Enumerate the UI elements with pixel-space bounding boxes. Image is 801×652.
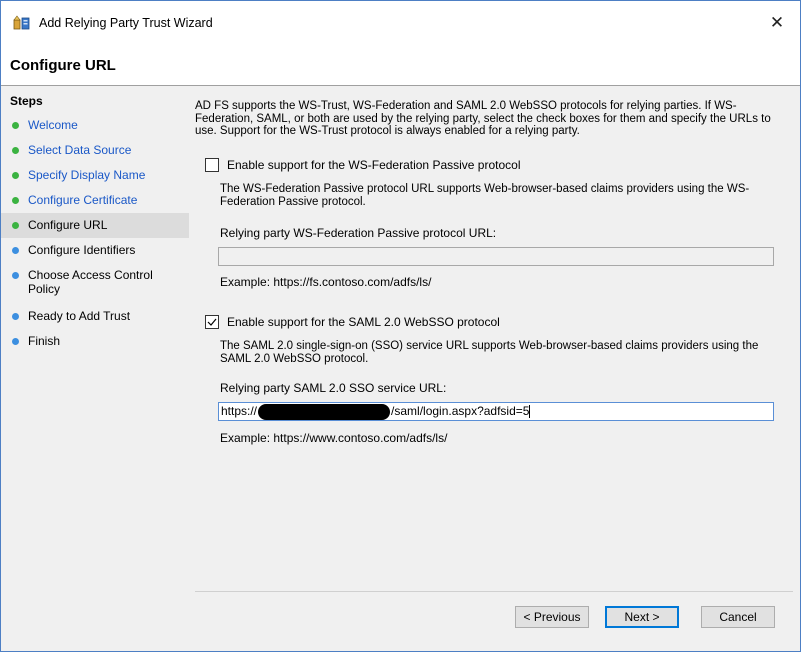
step-label: Choose Access Control Policy bbox=[28, 268, 153, 296]
saml-url-prefix: https:// bbox=[221, 404, 258, 418]
step-label: Configure URL bbox=[28, 218, 108, 232]
step-configure-certificate[interactable]: Configure Certificate bbox=[1, 188, 189, 213]
saml-enable-checkbox[interactable]: Enable support for the SAML 2.0 WebSSO p… bbox=[205, 314, 500, 330]
saml-example-text: Example: https://www.contoso.com/adfs/ls… bbox=[220, 431, 448, 445]
content-panel: AD FS supports the WS-Trust, WS-Federati… bbox=[195, 86, 793, 651]
step-configure-url: Configure URL bbox=[1, 213, 189, 238]
step-pending-icon bbox=[12, 313, 19, 320]
wizard-window: Add Relying Party Trust Wizard ✕ Configu… bbox=[0, 0, 801, 652]
wsfed-url-input bbox=[218, 247, 774, 266]
next-button[interactable]: Next > bbox=[605, 606, 679, 628]
window-title: Add Relying Party Trust Wizard bbox=[39, 16, 213, 30]
saml-url-input[interactable]: https:// /saml/login.aspx?adfsid=5 bbox=[218, 402, 774, 421]
intro-text: AD FS supports the WS-Trust, WS-Federati… bbox=[195, 100, 771, 137]
saml-description: The SAML 2.0 single-sign-on (SSO) servic… bbox=[220, 340, 759, 365]
step-label: Ready to Add Trust bbox=[28, 309, 131, 323]
step-pending-icon bbox=[12, 338, 19, 345]
step-done-icon bbox=[12, 147, 19, 154]
step-pending-icon bbox=[12, 247, 19, 254]
step-done-icon bbox=[12, 197, 19, 204]
page-header: Configure URL bbox=[1, 45, 800, 86]
wsfed-description: The WS-Federation Passive protocol URL s… bbox=[220, 183, 750, 208]
close-icon: ✕ bbox=[769, 13, 785, 32]
step-label: Welcome bbox=[28, 118, 78, 132]
wizard-body: Steps Welcome Select Data Source Specify… bbox=[1, 86, 800, 651]
redaction-mark bbox=[258, 403, 391, 420]
step-label: Specify Display Name bbox=[28, 168, 146, 182]
wsfed-checkbox-label[interactable]: Enable support for the WS-Federation Pas… bbox=[227, 158, 520, 172]
saml-url-label: Relying party SAML 2.0 SSO service URL: bbox=[220, 381, 447, 395]
relying-party-trust-icon bbox=[13, 15, 31, 31]
step-done-icon bbox=[12, 122, 19, 129]
button-bar: < Previous Next > Cancel bbox=[195, 591, 793, 652]
steps-title: Steps bbox=[10, 94, 43, 108]
checkbox-checked-icon[interactable] bbox=[205, 315, 219, 329]
previous-button[interactable]: < Previous bbox=[515, 606, 589, 628]
step-select-data-source[interactable]: Select Data Source bbox=[1, 138, 189, 163]
close-button[interactable]: ✕ bbox=[754, 1, 800, 45]
page-title: Configure URL bbox=[10, 57, 116, 74]
saml-url-suffix: /saml/login.aspx?adfsid=5 bbox=[391, 404, 530, 418]
step-welcome[interactable]: Welcome bbox=[1, 113, 189, 138]
step-label: Configure Identifiers bbox=[28, 243, 136, 257]
step-ready-to-add-trust: Ready to Add Trust bbox=[1, 304, 189, 329]
step-label: Finish bbox=[28, 334, 61, 348]
wsfed-url-label: Relying party WS-Federation Passive prot… bbox=[220, 226, 497, 240]
title-bar: Add Relying Party Trust Wizard ✕ bbox=[1, 1, 800, 45]
step-done-icon bbox=[12, 172, 19, 179]
step-pending-icon bbox=[12, 272, 19, 279]
text-caret bbox=[529, 405, 531, 419]
checkbox-unchecked-icon[interactable] bbox=[205, 158, 219, 172]
step-finish: Finish bbox=[1, 329, 189, 354]
steps-panel: Steps Welcome Select Data Source Specify… bbox=[1, 86, 189, 651]
step-label: Configure Certificate bbox=[28, 193, 138, 207]
step-current-icon bbox=[12, 222, 19, 229]
step-configure-identifiers: Configure Identifiers bbox=[1, 238, 189, 263]
step-choose-access-control-policy: Choose Access Control Policy bbox=[1, 263, 189, 299]
saml-checkbox-label[interactable]: Enable support for the SAML 2.0 WebSSO p… bbox=[227, 315, 500, 329]
wsfed-enable-checkbox[interactable]: Enable support for the WS-Federation Pas… bbox=[205, 157, 520, 173]
cancel-button[interactable]: Cancel bbox=[701, 606, 775, 628]
wsfed-example-text: Example: https://fs.contoso.com/adfs/ls/ bbox=[220, 275, 432, 289]
step-specify-display-name[interactable]: Specify Display Name bbox=[1, 163, 189, 188]
step-label: Select Data Source bbox=[28, 143, 132, 157]
